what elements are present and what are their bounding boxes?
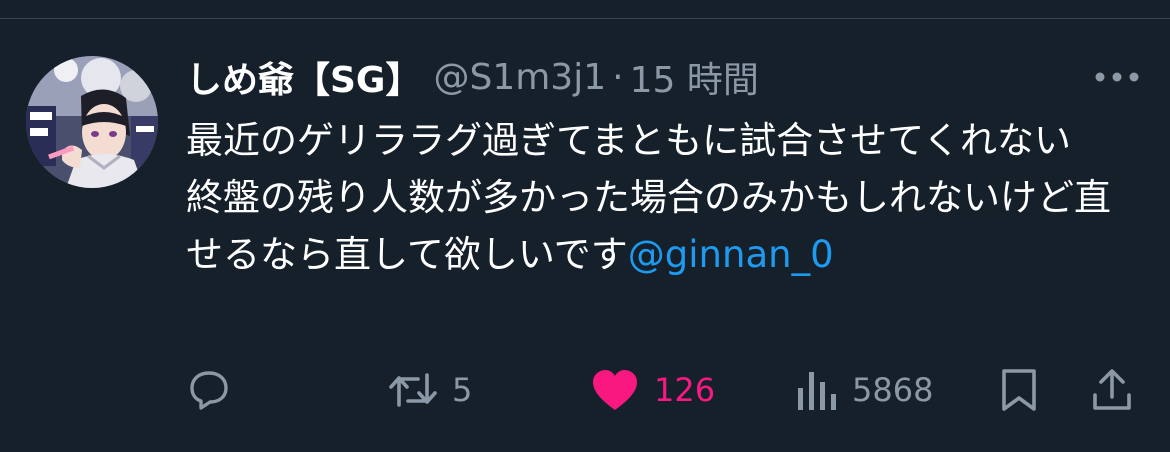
retweet-icon (389, 373, 437, 407)
tweet-timestamp[interactable]: 15 時間 (630, 51, 759, 103)
like-button[interactable]: 126 (590, 362, 715, 418)
like-count: 126 (654, 371, 716, 409)
more-dots-icon (1095, 72, 1139, 82)
author-display-name[interactable]: しめ爺【SG】 (186, 51, 421, 103)
views-icon (798, 372, 836, 410)
mention-link[interactable]: @ginnan_0 (628, 233, 834, 276)
views-count: 5868 (852, 371, 934, 409)
tweet-text: 最近のゲリララグ過ぎてまともに試合させてくれない 終盤の残り人数が多かった場合の… (186, 112, 1146, 283)
bookmark-button[interactable] (1000, 362, 1038, 418)
separator-dot: · (612, 56, 624, 98)
tweet-header: しめ爺【SG】 @S1m3j1 · 15 時間 (186, 50, 759, 104)
avatar[interactable] (26, 56, 158, 188)
author-handle[interactable]: @S1m3j1 (433, 57, 606, 98)
tweet-text-line-1: 最近のゲリララグ過ぎてまともに試合させてくれない (186, 119, 1072, 162)
views-button[interactable]: 5868 (796, 362, 933, 418)
retweet-count: 5 (452, 371, 473, 409)
share-button[interactable] (1090, 362, 1134, 418)
share-icon (1093, 369, 1131, 410)
top-divider (0, 18, 1170, 19)
heart-icon (593, 370, 637, 410)
reply-button[interactable] (186, 362, 232, 418)
reply-icon (190, 371, 228, 410)
bookmark-icon (1002, 369, 1036, 411)
more-options-button[interactable] (1090, 60, 1144, 94)
avatar-image (26, 56, 158, 188)
retweet-button[interactable]: 5 (388, 362, 472, 418)
